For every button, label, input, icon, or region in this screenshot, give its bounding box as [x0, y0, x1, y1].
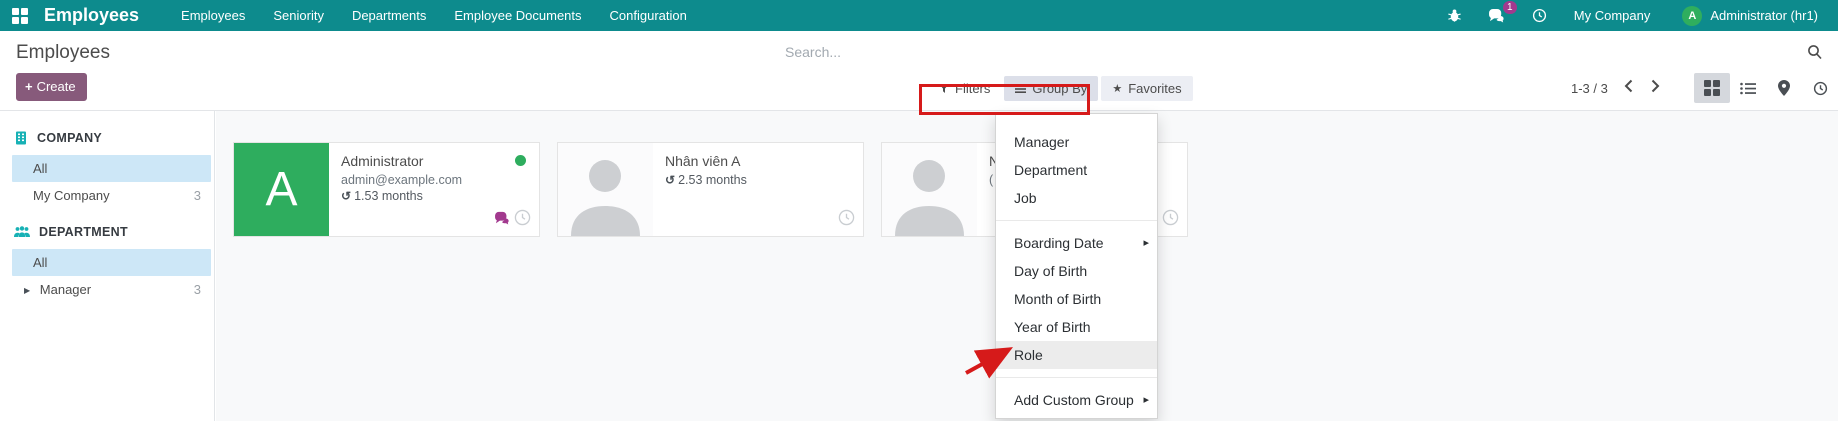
sidebar-department-all[interactable]: All	[12, 249, 211, 276]
history-icon: ↺	[665, 173, 675, 187]
messages-icon[interactable]: 1	[1475, 0, 1519, 31]
schedule-activity-icon[interactable]	[1162, 209, 1179, 229]
company-section-title: COMPANY	[37, 131, 102, 145]
employees-app-window: Employees Employees Seniority Department…	[0, 0, 1838, 421]
pager-previous-icon[interactable]	[1622, 75, 1635, 97]
submenu-caret-icon: ▸	[1143, 229, 1149, 257]
filters-button-label: Filters	[955, 81, 990, 96]
messages-badge: 1	[1503, 1, 1517, 14]
search-icon[interactable]	[1807, 44, 1823, 60]
employee-name: Nhân viên A	[665, 153, 851, 169]
schedule-activity-icon[interactable]	[838, 209, 855, 229]
app-brand[interactable]: Employees	[44, 5, 139, 26]
breadcrumb: Employees	[16, 42, 110, 64]
view-kanban-icon[interactable]	[1694, 73, 1730, 103]
sidebar-item-label: Manager	[40, 282, 91, 297]
nav-menu-configuration[interactable]: Configuration	[596, 0, 701, 31]
department-section-header: DEPARTMENT	[0, 225, 214, 239]
add-custom-group-option[interactable]: Add Custom Group ▸	[996, 386, 1157, 414]
company-section-header: COMPANY	[0, 131, 214, 145]
building-icon	[14, 131, 28, 145]
employee-card-administrator[interactable]: A Administrator admin@example.com ↺1.53 …	[233, 142, 540, 237]
menu-divider	[996, 377, 1157, 378]
sidebar-department-manager[interactable]: ▶ Manager 3	[12, 276, 211, 303]
navbar-systray: 1 My Company A Administrator (hr1)	[1434, 0, 1830, 31]
view-map-pin-icon[interactable]	[1766, 73, 1802, 103]
nav-menu-employee-documents[interactable]: Employee Documents	[440, 0, 595, 31]
employee-name: Administrator	[341, 153, 527, 169]
filters-button[interactable]: Filters	[928, 76, 1001, 101]
pager-next-icon[interactable]	[1649, 75, 1662, 97]
employee-email: admin@example.com	[341, 173, 527, 187]
view-activity-icon[interactable]	[1802, 73, 1838, 103]
search-bar	[785, 37, 1825, 67]
item-count: 3	[194, 182, 201, 209]
nav-menu-seniority[interactable]: Seniority	[259, 0, 338, 31]
view-list-icon[interactable]	[1730, 73, 1766, 103]
sidebar-item-label: My Company	[33, 188, 110, 203]
user-avatar[interactable]: A	[1682, 6, 1702, 26]
group-by-option-manager[interactable]: Manager	[996, 128, 1157, 156]
sidebar-company-my-company[interactable]: My Company 3	[12, 182, 211, 209]
online-status-dot	[515, 155, 526, 166]
people-icon	[14, 226, 30, 238]
group-by-button[interactable]: Group By	[1004, 76, 1098, 101]
group-by-bars-icon	[1015, 84, 1026, 94]
filter-funnel-icon	[939, 84, 949, 94]
create-button-label: Create	[37, 79, 76, 94]
sidebar-item-label: All	[33, 161, 47, 176]
employee-seniority: ↺1.53 months	[341, 189, 527, 203]
history-icon: ↺	[341, 189, 351, 203]
favorites-button-label: Favorites	[1128, 81, 1181, 96]
group-by-option-department[interactable]: Department	[996, 156, 1157, 184]
apps-menu-icon[interactable]	[12, 8, 28, 24]
group-by-button-label: Group By	[1032, 81, 1087, 96]
star-icon: ★	[1112, 82, 1122, 95]
menu-divider	[996, 220, 1157, 221]
sidebar-company-all[interactable]: All	[12, 155, 211, 182]
expand-caret-icon[interactable]: ▶	[24, 286, 30, 295]
group-by-option-role[interactable]: Role	[996, 341, 1157, 369]
item-count: 3	[194, 276, 201, 303]
group-by-option-month-of-birth[interactable]: Month of Birth	[996, 285, 1157, 313]
department-section-title: DEPARTMENT	[39, 225, 128, 239]
search-input[interactable]	[785, 44, 1807, 60]
activity-clock-icon[interactable]	[1519, 0, 1560, 31]
nav-menu-employees[interactable]: Employees	[167, 0, 259, 31]
submenu-caret-icon: ▸	[1143, 386, 1149, 414]
employee-avatar: A	[234, 143, 329, 236]
favorites-button[interactable]: ★ Favorites	[1101, 76, 1192, 101]
group-by-option-job[interactable]: Job	[996, 184, 1157, 212]
control-panel: Employees + Create Filters Group By ★ Fa…	[0, 31, 1838, 111]
employee-avatar-placeholder	[882, 143, 977, 236]
user-menu[interactable]: Administrator (hr1)	[1710, 0, 1830, 31]
search-options-row: Filters Group By ★ Favorites	[928, 76, 1193, 101]
create-button[interactable]: + Create	[16, 73, 87, 101]
view-switcher	[1694, 73, 1838, 103]
group-by-dropdown-menu: Manager Department Job Boarding Date ▸ D…	[995, 113, 1158, 419]
sidebar-item-label: All	[33, 255, 47, 270]
search-panel-sidebar: COMPANY All My Company 3 DEPARTMENT All …	[0, 111, 215, 421]
debug-bug-icon[interactable]	[1434, 0, 1475, 31]
employee-avatar-placeholder	[558, 143, 653, 236]
pager-counter: 1-3 / 3	[1571, 81, 1608, 96]
group-by-option-day-of-birth[interactable]: Day of Birth	[996, 257, 1157, 285]
company-switcher[interactable]: My Company	[1560, 0, 1665, 31]
group-by-option-year-of-birth[interactable]: Year of Birth	[996, 313, 1157, 341]
employee-card-nhan-vien-a[interactable]: Nhân viên A ↺2.53 months	[557, 142, 864, 237]
nav-menu-departments[interactable]: Departments	[338, 0, 440, 31]
employee-seniority: ↺2.53 months	[665, 173, 851, 187]
top-navbar: Employees Employees Seniority Department…	[0, 0, 1838, 31]
schedule-activity-icon[interactable]	[514, 209, 531, 229]
group-by-option-boarding-date[interactable]: Boarding Date ▸	[996, 229, 1157, 257]
plus-icon: +	[25, 79, 33, 94]
chat-unread-icon[interactable]	[494, 211, 511, 228]
